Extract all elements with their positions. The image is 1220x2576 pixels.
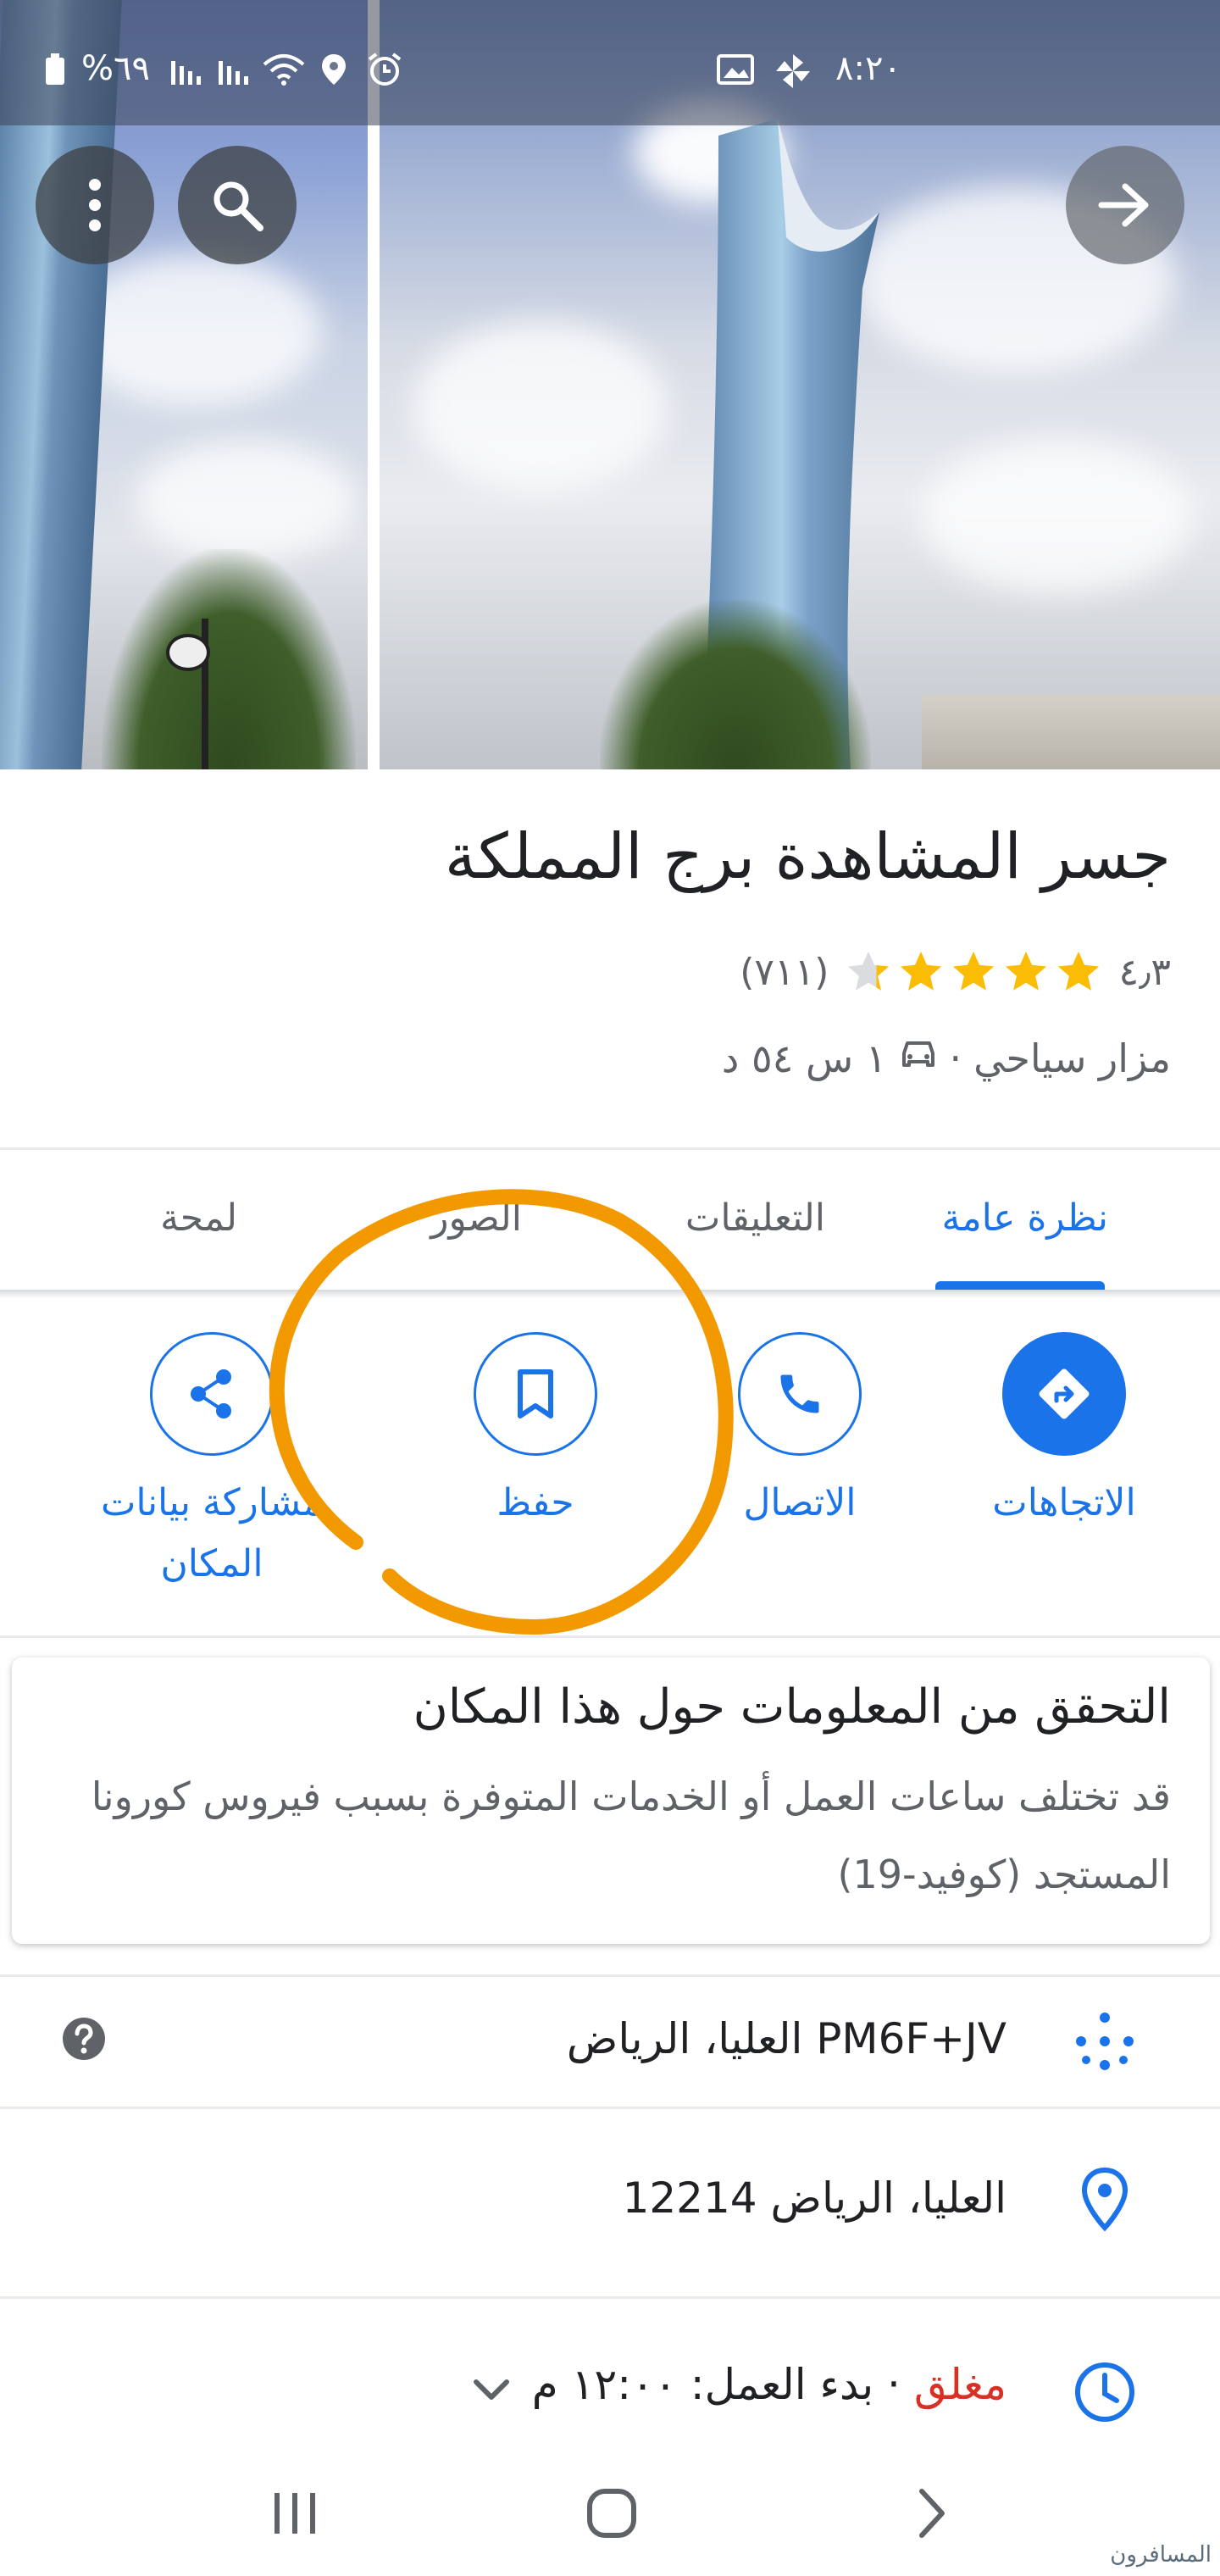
bookmark-icon: [518, 1369, 553, 1418]
help-icon[interactable]: [61, 2016, 107, 2062]
status-bar: %٦٩ ٨:٢٠: [0, 0, 1220, 125]
place-category: مزار سياحي: [973, 1035, 1171, 1081]
star-icon: [901, 951, 942, 991]
star-rating: [844, 947, 1103, 997]
plus-code-icon: [1076, 2012, 1134, 2070]
tab-about[interactable]: لمحة: [160, 1196, 237, 1240]
pinwheel-notification-icon: [774, 53, 812, 97]
rating-value: ٤٫٣: [1118, 950, 1171, 994]
address-row[interactable]: العليا، الرياض 12214: [0, 2109, 1220, 2296]
clock: ٨:٢٠: [835, 49, 901, 88]
tab-bar: نظرة عامة التعليقات الصور لمحة: [0, 1152, 1220, 1296]
watermark-text: المسافرون: [1110, 2542, 1212, 2568]
place-title: جسر المشاهدة برج المملكة: [444, 820, 1171, 893]
covid-card-body: قد تختلف ساعات العمل أو الخدمات المتوفرة…: [91, 1774, 1171, 1897]
address-text: العليا، الرياض 12214: [622, 2174, 1006, 2223]
plus-code-text: PM6F+JV العليا، الرياض: [566, 2014, 1006, 2063]
hours-detail: · بدء العمل: ١٢:٠٠ م: [531, 2360, 914, 2409]
place-meta-row: مزار سياحي · ١ س ٥٤ د: [722, 1035, 1171, 1081]
wifi-icon: [263, 53, 305, 94]
divider: [0, 1635, 1220, 1638]
covid-info-card[interactable]: التحقق من المعلومات حول هذا المكان قد تخ…: [12, 1657, 1210, 1944]
signal-icon-2: [217, 53, 254, 94]
hours-row[interactable]: مغلق · بدء العمل: ١٢:٠٠ م: [0, 2299, 1220, 2457]
more-options-button[interactable]: [36, 146, 154, 264]
more-vert-icon: [89, 179, 101, 231]
save-button[interactable]: حفظ: [417, 1332, 654, 1534]
hours-status: مغلق: [913, 2360, 1006, 2409]
chevron-down-icon[interactable]: [471, 2377, 512, 2402]
alarm-icon: [366, 53, 403, 94]
location-pin-icon: [1081, 2167, 1128, 2232]
directions-label: الاتجاهات: [992, 1481, 1136, 1524]
active-tab-indicator: [935, 1281, 1105, 1290]
share-icon: [191, 1369, 231, 1418]
recent-apps-icon[interactable]: [268, 2488, 322, 2539]
meta-separator: ·: [949, 1035, 962, 1081]
tab-overview[interactable]: نظرة عامة: [942, 1196, 1108, 1240]
gallery-notification-icon: [717, 53, 754, 94]
clock-icon: [1075, 2362, 1134, 2422]
battery-icon: [44, 53, 66, 94]
save-label: حفظ: [496, 1481, 574, 1524]
review-count: (٧١١): [740, 950, 829, 994]
star-icon: [953, 951, 995, 991]
star-icon: [848, 951, 890, 991]
plus-code-row[interactable]: PM6F+JV العليا، الرياض: [0, 1977, 1220, 2106]
rating-row[interactable]: ٤٫٣ (٧١١): [740, 942, 1171, 1002]
home-icon[interactable]: [585, 2486, 639, 2540]
call-button[interactable]: الاتصال: [681, 1332, 918, 1534]
tab-reviews[interactable]: التعليقات: [685, 1196, 825, 1240]
battery-percent: %٦٩: [81, 49, 150, 88]
share-button[interactable]: مشاركة بيانات المكان: [93, 1332, 330, 1595]
divider: [0, 1147, 1220, 1150]
tab-photos[interactable]: الصور: [430, 1196, 522, 1240]
directions-button[interactable]: الاتجاهات: [946, 1332, 1183, 1534]
tab-bar-shadow: [0, 1290, 1220, 1298]
car-icon: [899, 1035, 938, 1081]
next-photo-button[interactable]: [1066, 146, 1184, 264]
back-icon[interactable]: [912, 2486, 952, 2540]
call-label: الاتصال: [743, 1481, 857, 1524]
star-icon: [1006, 951, 1047, 991]
phone-icon: [780, 1374, 819, 1413]
arrow-forward-icon: [1098, 183, 1149, 227]
location-icon: [320, 53, 347, 94]
search-icon: [214, 181, 263, 231]
directions-icon: [1039, 1368, 1090, 1419]
drive-time: ١ س ٥٤ د: [721, 1035, 887, 1081]
covid-card-title: التحقق من المعلومات حول هذا المكان: [413, 1679, 1171, 1735]
system-nav-bar: [0, 2457, 1220, 2576]
signal-icon: [169, 53, 207, 94]
star-icon: [1058, 951, 1100, 991]
hours-text: مغلق · بدء العمل: ١٢:٠٠ م: [532, 2360, 1006, 2409]
search-button[interactable]: [178, 146, 297, 264]
watermark-logo: المسافرون: [1110, 2542, 1212, 2568]
share-label: مشاركة بيانات المكان: [100, 1481, 323, 1585]
